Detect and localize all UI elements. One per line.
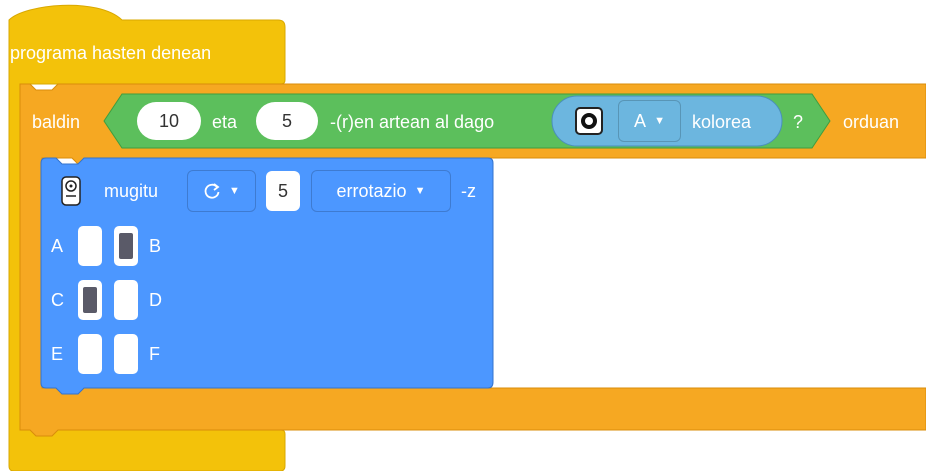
chevron-down-icon: ▼ [414, 184, 426, 197]
unit-value: errotazio [336, 180, 407, 201]
motor-icon [61, 176, 81, 206]
port-toggle-c[interactable] [78, 280, 102, 320]
chevron-down-icon: ▼ [654, 114, 665, 127]
color-sensor-icon [575, 107, 603, 135]
if-block[interactable] [0, 0, 926, 471]
rotate-clockwise-icon [204, 183, 220, 199]
when-program-starts-label: programa hasten denean [10, 43, 212, 63]
chevron-down-icon: ▼ [229, 184, 240, 197]
if-label: baldin [32, 112, 81, 132]
direction-dropdown[interactable]: ▼ [187, 170, 256, 212]
question-mark: ? [793, 112, 804, 132]
port-toggle-b[interactable] [114, 226, 138, 266]
port-toggle-f[interactable] [114, 334, 138, 374]
lower-bound-input[interactable]: 10 [137, 102, 201, 140]
port-label-c: C [51, 290, 64, 310]
unit-dropdown[interactable]: errotazio ▼ [311, 170, 451, 212]
unit-suffix: -z [461, 181, 476, 201]
port-label-d: D [149, 290, 162, 310]
sensor-port-value: A [634, 110, 647, 131]
then-label: orduan [843, 112, 900, 132]
port-label-e: E [51, 344, 64, 364]
port-label-a: A [51, 236, 64, 256]
rotation-amount-input[interactable]: 5 [266, 171, 300, 211]
port-toggle-d[interactable] [114, 280, 138, 320]
and-label: eta [212, 112, 238, 132]
upper-bound-input[interactable]: 5 [256, 102, 318, 140]
color-label: kolorea [692, 112, 752, 132]
port-toggle-a[interactable] [78, 226, 102, 266]
port-label-f: F [149, 344, 160, 364]
sensor-port-dropdown[interactable]: A ▼ [618, 100, 681, 142]
move-label: mugitu [104, 181, 159, 201]
port-toggle-e[interactable] [78, 334, 102, 374]
between-label: -(r)en artean al dago [330, 112, 495, 132]
port-label-b: B [149, 236, 162, 256]
